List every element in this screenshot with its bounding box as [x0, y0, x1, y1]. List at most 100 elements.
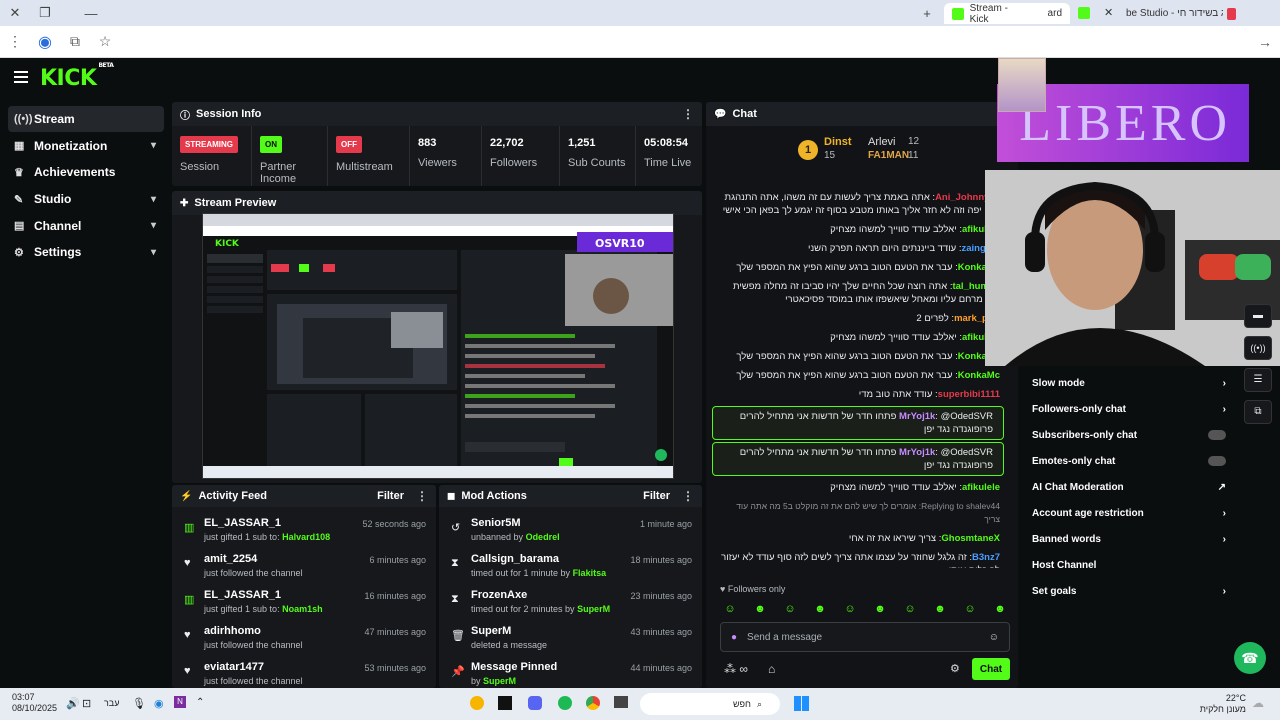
language-indicator[interactable]: עבר — [104, 698, 119, 708]
onenote-tray-icon[interactable]: N — [174, 696, 186, 708]
menu-item-emotes-only[interactable]: Emotes-only chat — [1024, 448, 1234, 474]
mod-target[interactable]: Senior5M — [471, 517, 640, 529]
new-tab-icon[interactable]: + — [912, 6, 942, 21]
mod-by[interactable]: SuperM — [577, 604, 610, 614]
tray-overflow-icon[interactable]: ⌃ — [196, 697, 204, 708]
emote-icon[interactable]: ☻ — [750, 602, 770, 616]
sidebar-item-channel[interactable]: ▤ Channel ▾ — [8, 213, 164, 239]
activity-user[interactable]: EL_JASSAR_1 — [204, 517, 362, 529]
close-tab-icon[interactable]: ✕ — [1104, 6, 1113, 19]
file-explorer-icon[interactable] — [614, 696, 628, 708]
back-arrow-icon[interactable]: → — [1250, 34, 1280, 50]
filter-button[interactable]: Filter — [643, 490, 670, 502]
menu-item-followers-only[interactable]: Followers-only chat › — [1024, 396, 1234, 422]
chat-toggle-icon[interactable]: ▬ — [1244, 304, 1272, 328]
emote-icon[interactable]: ☺ — [780, 602, 800, 616]
mod-target[interactable]: Message Pinned — [471, 661, 630, 673]
activity-user[interactable]: EL_JASSAR_1 — [204, 589, 364, 601]
volume-icon[interactable]: 🔊 — [66, 697, 80, 710]
tab-youtube-studio[interactable]: be Studio - סטרימינג בשידור חי — [1118, 3, 1250, 24]
menu-item-set-goals[interactable]: Set goals › — [1024, 578, 1234, 604]
mod-by[interactable]: SuperM — [483, 676, 516, 686]
chat-username[interactable]: B3nz7 — [972, 552, 1000, 563]
chat-message-input[interactable]: ● Send a message ☺ — [720, 622, 1010, 652]
store-icon[interactable]: ⌂ — [768, 662, 775, 676]
weather-widget[interactable]: 22°C מעונן חלקית — [1196, 693, 1246, 715]
send-chat-button[interactable]: Chat — [972, 658, 1010, 680]
profile-icon[interactable]: ◉ — [30, 32, 60, 52]
minimize-window-icon[interactable]: — — [76, 6, 106, 21]
mod-by[interactable]: Odedrel — [526, 532, 560, 542]
more-options-icon[interactable]: ⋮ — [682, 489, 694, 503]
chrome-icon[interactable] — [586, 696, 600, 710]
chat-settings-icon[interactable]: ⚙ — [950, 662, 960, 675]
chat-username[interactable]: afikulele — [962, 482, 1000, 493]
restore-window-icon[interactable]: ❐ — [30, 5, 60, 21]
bookmark-star-icon[interactable]: ☆ — [90, 33, 120, 50]
taskbar-search[interactable]: חפש ⌕ — [640, 693, 780, 715]
menu-item-account-age[interactable]: Account age restriction › — [1024, 500, 1234, 526]
sidebar-item-studio[interactable]: ✎ Studio ▾ — [8, 186, 164, 212]
emote-icon[interactable]: ☺ — [900, 602, 920, 616]
chat-username[interactable]: MrYoj1k — [899, 447, 935, 458]
close-window-icon[interactable]: ✕ — [0, 5, 30, 21]
activity-target[interactable]: Noam1sh — [282, 604, 323, 614]
mod-target[interactable]: SuperM — [471, 625, 630, 637]
menu-item-banned-words[interactable]: Banned words › — [1024, 526, 1234, 552]
mod-by[interactable]: Flakitsa — [573, 568, 607, 578]
spotify-icon[interactable] — [558, 696, 572, 710]
network-icon[interactable]: ⊡ — [82, 697, 91, 710]
emoji-picker-icon[interactable]: ☺ — [989, 632, 999, 643]
tab-stream-kick[interactable]: Stream - Kick ard — [944, 3, 1070, 25]
emote-icon[interactable]: ☻ — [870, 602, 890, 616]
more-options-icon[interactable]: ⋮ — [416, 489, 428, 503]
hamburger-menu-icon[interactable] — [14, 71, 28, 86]
activity-user[interactable]: adirhhomo — [204, 625, 364, 637]
mod-target[interactable]: FrozenAxe — [471, 589, 630, 601]
broadcast-icon[interactable]: ((•)) — [1244, 336, 1272, 360]
activity-target[interactable]: Halvard108 — [282, 532, 330, 542]
chat-username[interactable]: KonkaMc — [958, 370, 1000, 381]
more-options-icon[interactable]: ⋮ — [682, 107, 694, 121]
emote-icon[interactable]: ☻ — [810, 602, 830, 616]
menu-item-subscribers-only[interactable]: Subscribers-only chat — [1024, 422, 1234, 448]
edge-tray-icon[interactable]: ◉ — [154, 697, 164, 710]
kick-logo[interactable]: KICKBETA — [40, 62, 114, 91]
emote-icon[interactable]: ☺ — [720, 602, 740, 616]
third-gifter-name[interactable]: FA1MAN — [868, 150, 909, 161]
stream-preview-video[interactable]: KICK OSVR10 — [202, 213, 674, 479]
emote-icon[interactable]: ☺ — [960, 602, 980, 616]
filter-button[interactable]: Filter — [377, 490, 404, 502]
emote-icon[interactable]: ☻ — [930, 602, 950, 616]
activity-user[interactable]: amit_2254 — [204, 553, 369, 565]
kick-tab-icon[interactable] — [1078, 7, 1090, 19]
emote-icon[interactable]: ☺ — [840, 602, 860, 616]
second-gifter-name[interactable]: Arlevi — [868, 136, 896, 148]
chat-username[interactable]: superbibi1111 — [938, 389, 1000, 400]
chat-username[interactable]: MrYoj1k — [899, 411, 935, 422]
menu-item-ai-moderation[interactable]: AI Chat Moderation ↗ — [1024, 474, 1234, 500]
menu-item-slow-mode[interactable]: Slow mode › — [1024, 370, 1234, 396]
mod-target[interactable]: Callsign_barama — [471, 553, 630, 565]
support-chat-icon[interactable]: ☎ — [1234, 642, 1266, 674]
menu-dots-icon[interactable]: ⋮ — [0, 33, 30, 50]
taskbar-app-icon[interactable] — [498, 696, 512, 710]
toggle-switch[interactable] — [1208, 456, 1226, 466]
toggle-switch[interactable] — [1208, 430, 1226, 440]
sidebar-item-achievements[interactable]: ♛ Achievements — [8, 159, 164, 185]
start-button-icon[interactable] — [794, 696, 809, 711]
extensions-icon[interactable]: ⧉ — [60, 33, 90, 50]
emote-icon[interactable]: ☻ — [990, 602, 1010, 616]
sidebar-item-settings[interactable]: ⚙ Settings ▾ — [8, 239, 164, 265]
taskbar-app-icon[interactable] — [470, 696, 484, 710]
sidebar-item-stream[interactable]: ((•)) Stream — [8, 106, 164, 132]
discord-icon[interactable] — [528, 696, 542, 710]
menu-item-host-channel[interactable]: Host Channel — [1024, 552, 1234, 578]
top-gifter-name[interactable]: Dinst — [824, 136, 852, 148]
chat-users-icon[interactable]: ⁂ ∞ — [724, 662, 748, 676]
sliders-icon[interactable]: ⧉ — [1244, 400, 1272, 424]
chat-username[interactable]: GhosmtaneX — [941, 533, 1000, 544]
mic-icon[interactable]: ● — [731, 632, 737, 643]
activity-user[interactable]: eviatar1477 — [204, 661, 364, 673]
layers-icon[interactable]: ☰ — [1244, 368, 1272, 392]
